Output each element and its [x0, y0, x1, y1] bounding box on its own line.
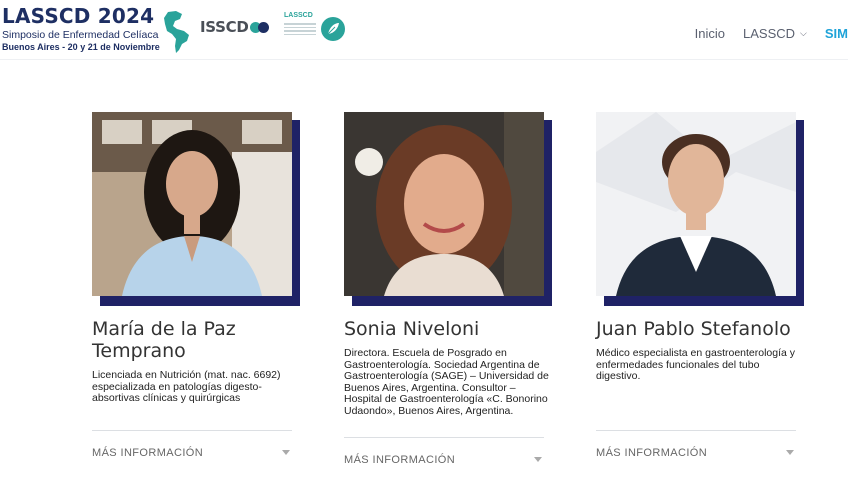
speaker-photo	[344, 112, 552, 306]
speaker-description: Médico especialista en gastroenterología…	[596, 347, 796, 382]
lasscd-small-lines	[284, 23, 316, 37]
divider	[92, 430, 292, 431]
speaker-photo-image	[344, 112, 544, 296]
speaker-description: Directora. Escuela de Posgrado en Gastro…	[344, 347, 549, 417]
isscd-text: ISSCD	[200, 18, 249, 36]
nav-sim-label: SIM	[824, 26, 848, 41]
logo-subtitle: Simposio de Enfermedad Celíaca	[2, 29, 159, 41]
main-nav: Inicio LASSCD ⌵ SIM	[695, 26, 848, 41]
divider	[596, 430, 796, 431]
more-info-toggle[interactable]: MÁS INFORMACIÓN	[92, 447, 292, 459]
divider	[344, 437, 544, 438]
speaker-name: María de la Paz Temprano	[92, 318, 236, 362]
speaker-name: Sonia Niveloni	[344, 318, 480, 340]
speaker-name: Juan Pablo Stefanolo	[596, 318, 791, 340]
caret-down-icon	[282, 450, 290, 455]
more-info-label: MÁS INFORMACIÓN	[92, 447, 204, 459]
lasscd-small-text: LASSCD	[284, 12, 313, 19]
chevron-down-icon: ⌵	[800, 28, 807, 38]
caret-down-icon	[534, 457, 542, 462]
more-info-toggle[interactable]: MÁS INFORMACIÓN	[596, 447, 796, 459]
lasscd-logo[interactable]: LASSCD 2024 Simposio de Enfermedad Celía…	[2, 4, 202, 54]
more-info-label: MÁS INFORMACIÓN	[344, 454, 456, 466]
logo-title: LASSCD 2024	[2, 4, 155, 28]
speaker-photo	[92, 112, 300, 306]
speaker-photo	[596, 112, 804, 306]
nav-sim[interactable]: SIM	[825, 26, 848, 41]
isscd-logo[interactable]: ISSCD	[200, 18, 270, 36]
leaf-icon	[321, 17, 345, 41]
more-info-label: MÁS INFORMACIÓN	[596, 447, 708, 459]
nav-lasscd[interactable]: LASSCD ⌵	[743, 26, 807, 41]
speaker-photo-image	[596, 112, 796, 296]
nav-inicio-label: Inicio	[694, 26, 726, 41]
lasscd-small-logo[interactable]: LASSCD	[284, 12, 316, 35]
america-map-icon	[164, 11, 189, 53]
logo-location: Buenos Aires - 20 y 21 de Noviembre	[2, 42, 160, 52]
site-header: LASSCD 2024 Simposio de Enfermedad Celía…	[0, 0, 848, 60]
speaker-photo-image	[92, 112, 292, 296]
more-info-toggle[interactable]: MÁS INFORMACIÓN	[344, 454, 544, 466]
speaker-description: Licenciada en Nutrición (mat. nac. 6692)…	[92, 369, 281, 404]
isscd-dots-icon	[250, 21, 270, 33]
nav-lasscd-label: LASSCD	[743, 26, 796, 41]
nav-inicio[interactable]: Inicio	[695, 26, 725, 41]
caret-down-icon	[786, 450, 794, 455]
